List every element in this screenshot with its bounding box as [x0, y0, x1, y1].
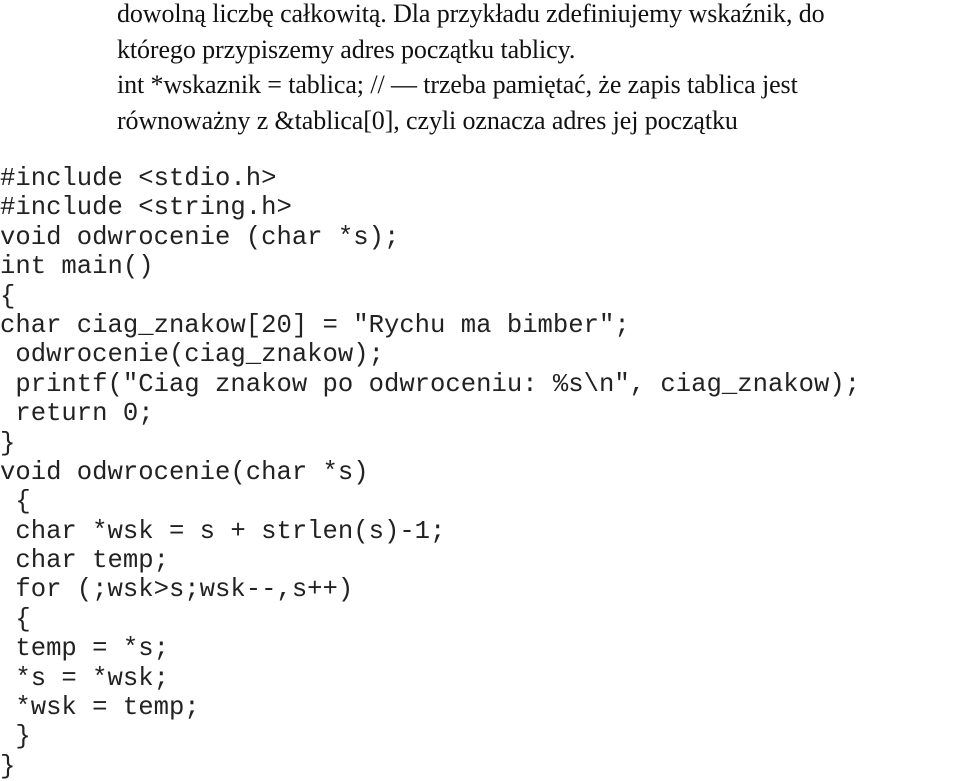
code-line-for-loop: for (;wsk>s;wsk--,s++) — [0, 575, 354, 605]
code-line-printf: printf("Ciag znakow po odwroceniu: %s\n"… — [0, 369, 861, 399]
code-line-swap-3: *wsk = temp; — [0, 693, 200, 723]
code-line-main-close-brace: } — [0, 428, 16, 458]
prose-line: którego przypiszemy adres początku tabli… — [117, 34, 576, 64]
code-line-reverse-call: odwrocenie(ciag_znakow); — [0, 340, 384, 370]
code-line-swap-1: temp = *s; — [0, 634, 169, 664]
prose-line: int *wskaznik = tablica; // — trzeba pam… — [117, 70, 798, 100]
code-line-include-stdio: #include <stdio.h> — [0, 164, 277, 193]
code-line-function-close-brace: } — [0, 751, 16, 781]
code-line-main-signature: int main() — [0, 252, 154, 282]
code-line-wsk-declaration: char *wsk = s + strlen(s)-1; — [0, 516, 446, 546]
code-line-include-string: #include <string.h> — [0, 193, 292, 223]
code-line-prototype: void odwrocenie (char *s); — [0, 222, 400, 252]
code-line-main-open-brace: { — [0, 281, 16, 311]
code-line-return: return 0; — [0, 399, 154, 429]
code-line-loop-close-brace: } — [0, 722, 31, 752]
prose-line: równoważny z &tablica[0], czyli oznacza … — [117, 106, 738, 136]
code-line-string-declaration: char ciag_znakow[20] = "Rychu ma bimber"… — [0, 310, 630, 340]
code-line-function-signature: void odwrocenie(char *s) — [0, 457, 369, 487]
code-line-swap-2: *s = *wsk; — [0, 663, 169, 693]
prose-line: dowolną liczbę całkowitą. Dla przykładu … — [117, 0, 825, 28]
prose-paragraph: dowolną liczbę całkowitą. Dla przykładu … — [117, 0, 960, 139]
code-line-function-open-brace: { — [0, 487, 31, 517]
code-listing: #include <stdio.h> #include <string.h> voi… — [0, 164, 860, 781]
code-line-loop-open-brace: { — [0, 604, 31, 634]
code-line-temp-declaration: char temp; — [0, 546, 169, 576]
